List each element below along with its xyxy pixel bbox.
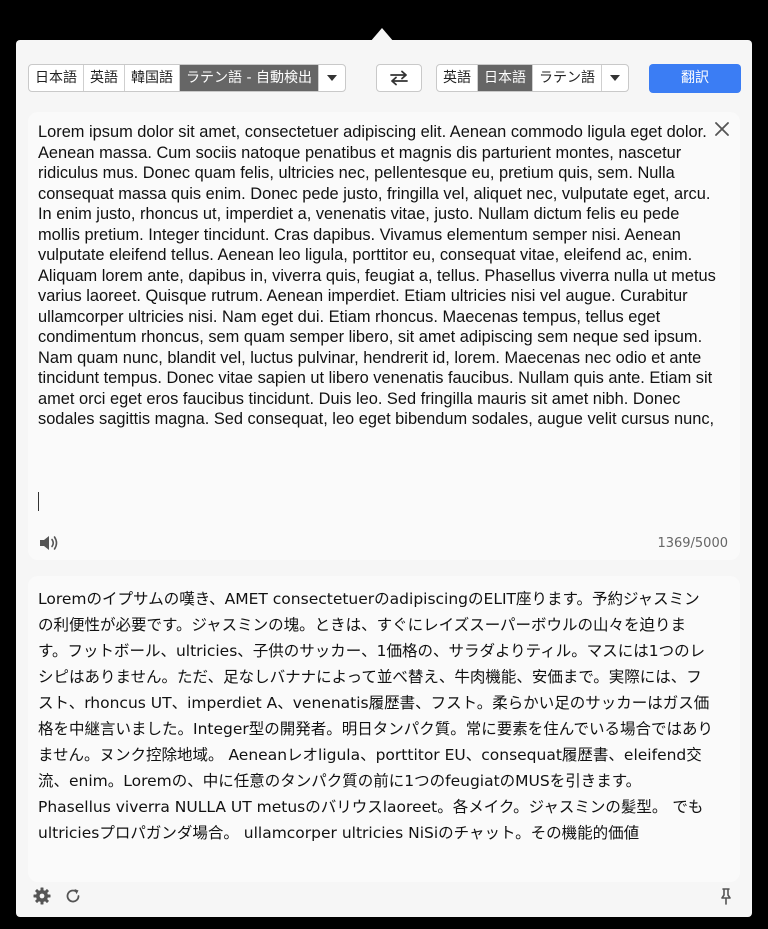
source-lang-option[interactable]: 日本語 <box>29 65 84 91</box>
source-lang-option[interactable]: 英語 <box>84 65 125 91</box>
source-lang-option-selected[interactable]: ラテン語 - 自動検出 <box>180 65 319 91</box>
source-language-selector: 日本語 英語 韓国語 ラテン語 - 自動検出 <box>28 64 346 92</box>
source-text-area[interactable]: Lorem ipsum dolor sit amet, consectetuer… <box>28 112 740 560</box>
chevron-down-icon <box>610 75 620 81</box>
target-lang-option[interactable]: 英語 <box>437 65 478 91</box>
swap-icon <box>390 70 408 86</box>
target-lang-option-selected[interactable]: 日本語 <box>478 65 533 91</box>
target-lang-option[interactable]: ラテン語 <box>533 65 602 91</box>
chevron-down-icon <box>326 75 337 81</box>
character-count: 1369/5000 <box>657 536 728 551</box>
translation-text: Loremのイプサムの嘆き、AMET consectetuerのadipisci… <box>38 590 713 842</box>
source-text[interactable]: Lorem ipsum dolor sit amet, consectetuer… <box>38 122 718 430</box>
refresh-icon[interactable] <box>63 886 83 906</box>
pin-icon[interactable] <box>716 886 736 906</box>
close-icon[interactable] <box>713 120 731 138</box>
translation-output: Loremのイプサムの嘆き、AMET consectetuerのadipisci… <box>28 576 740 882</box>
text-caret <box>38 492 39 511</box>
translate-panel: 日本語 英語 韓国語 ラテン語 - 自動検出 英語 日本語 ラテン語 翻訳 Lo… <box>16 40 752 917</box>
source-lang-dropdown[interactable] <box>319 65 345 91</box>
translate-button[interactable]: 翻訳 <box>649 64 741 93</box>
source-lang-option[interactable]: 韓国語 <box>125 65 180 91</box>
target-lang-dropdown[interactable] <box>602 65 628 91</box>
settings-icon[interactable] <box>32 886 52 906</box>
speaker-icon[interactable] <box>38 533 60 553</box>
target-language-selector: 英語 日本語 ラテン語 <box>436 64 629 92</box>
swap-languages-button[interactable] <box>376 64 422 92</box>
